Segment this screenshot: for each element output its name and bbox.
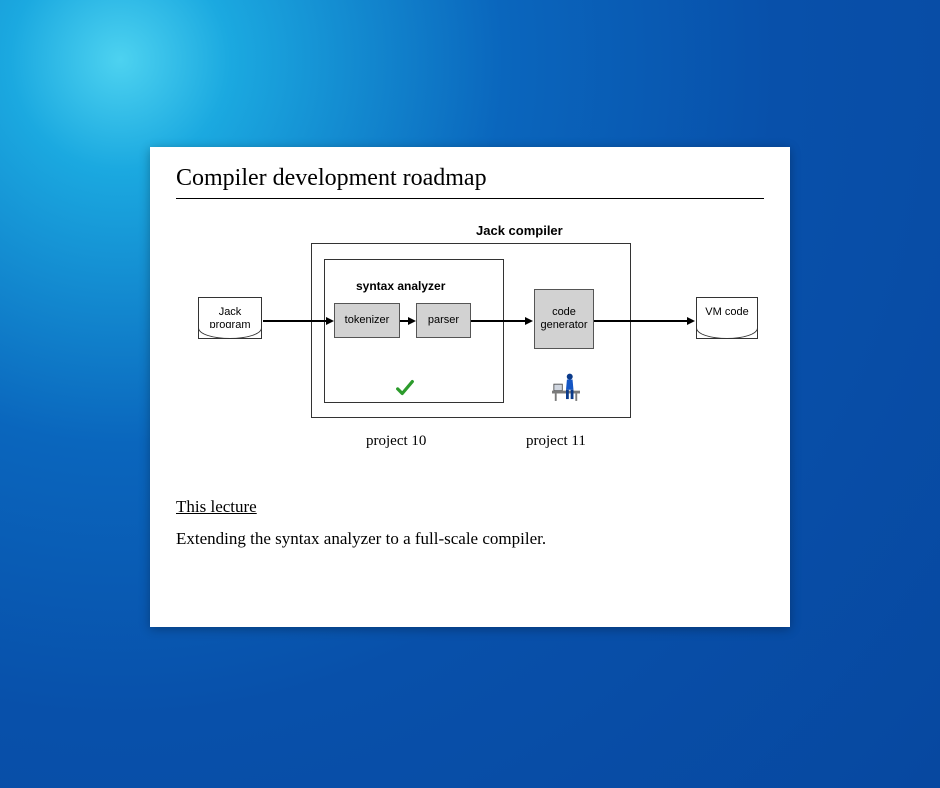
arrow-line	[594, 320, 689, 322]
tokenizer-box: tokenizer	[334, 303, 400, 338]
arrow-line	[471, 320, 527, 322]
compiler-box-label: Jack compiler	[476, 223, 563, 238]
code-generator-box: code generator	[534, 289, 594, 349]
lecture-body: Extending the syntax analyzer to a full-…	[176, 527, 764, 551]
checkmark-icon	[394, 377, 416, 399]
arrow-head-icon	[326, 317, 334, 325]
arrow-head-icon	[525, 317, 533, 325]
diagram-area: Jack compiler syntax analyzer Jack progr…	[176, 217, 764, 477]
slide-title: Compiler development roadmap	[176, 165, 764, 199]
project-11-label: project 11	[526, 433, 586, 450]
output-document: VM code	[696, 297, 758, 339]
output-doc-label: VM code	[705, 306, 748, 319]
person-at-desk-icon	[552, 369, 580, 403]
arrow-head-icon	[408, 317, 416, 325]
lecture-heading: This lecture	[176, 497, 764, 517]
arrow-line	[263, 320, 328, 322]
arrow-head-icon	[687, 317, 695, 325]
parser-box: parser	[416, 303, 471, 338]
input-doc-label: Jack program	[199, 306, 261, 332]
input-document: Jack program	[198, 297, 262, 339]
code-generator-label: code generator	[540, 306, 587, 332]
project-10-label: project 10	[366, 433, 426, 450]
slide-container: Compiler development roadmap Jack compil…	[150, 147, 790, 627]
